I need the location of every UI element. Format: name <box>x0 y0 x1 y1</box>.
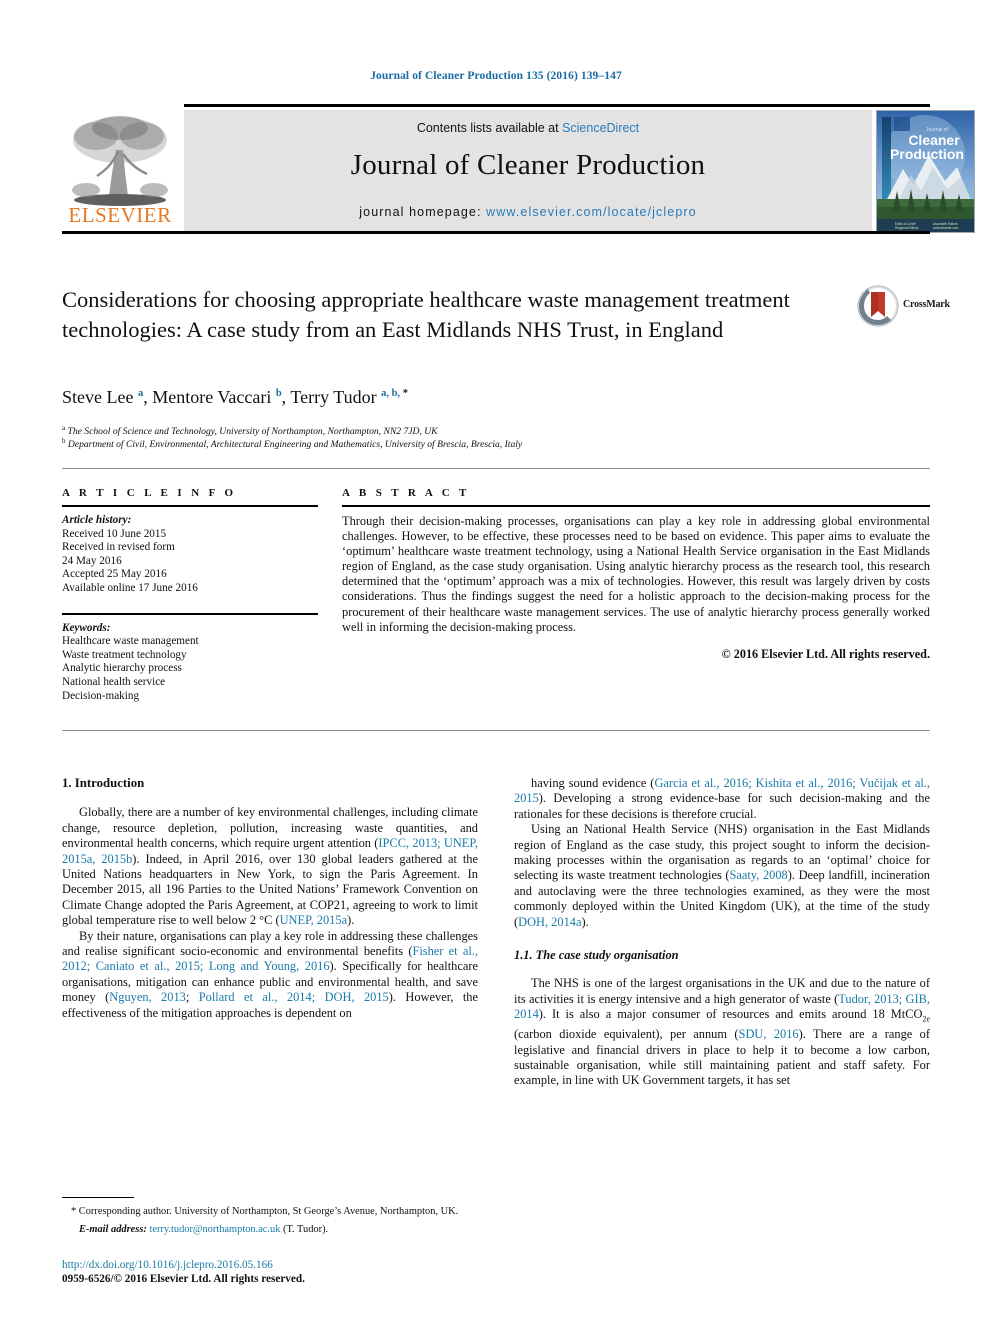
affiliation-a: a The School of Science and Technology, … <box>62 424 438 438</box>
crossmark-badge[interactable]: CrossMark <box>857 285 950 327</box>
paragraph: having sound evidence (Garcia et al., 20… <box>514 776 930 821</box>
abstract-text: Through their decision-making processes,… <box>342 514 930 634</box>
paragraph: Using an National Health Service (NHS) o… <box>514 822 930 929</box>
article-info-underline <box>62 505 318 507</box>
email-link[interactable]: terry.tudor@northampton.ac.uk <box>149 1224 280 1235</box>
elsevier-wordmark: ELSEVIER <box>68 203 172 227</box>
masthead-band: Contents lists available at ScienceDirec… <box>184 110 872 231</box>
masthead-top-rule <box>184 104 930 107</box>
keyword-item: Healthcare waste management <box>62 635 199 648</box>
history-item: Accepted 25 May 2016 <box>62 568 167 581</box>
svg-text:www.elsevier.com: www.elsevier.com <box>933 226 959 230</box>
author-list: Steve Lee a, Mentore Vaccari b, Terry Tu… <box>62 387 408 407</box>
journal-title: Journal of Cleaner Production <box>350 149 706 181</box>
title-block: Considerations for choosing appropriate … <box>62 285 842 345</box>
history-item: Received in revised form <box>62 541 175 554</box>
article-page: Journal of Cleaner Production 135 (2016)… <box>0 0 992 1323</box>
keywords-label: Keywords: <box>62 621 111 634</box>
citation-link[interactable]: Pollard et al., 2014; DOH, 2015 <box>199 990 389 1004</box>
footnote-rule <box>62 1197 134 1198</box>
masthead-bottom-rule <box>62 231 930 234</box>
history-item: 24 May 2016 <box>62 554 122 567</box>
issn-copyright-line: 0959-6526/© 2016 Elsevier Ltd. All right… <box>62 1272 305 1285</box>
article-info-separator <box>62 612 318 615</box>
citation-link[interactable]: SDU, 2016 <box>739 1027 799 1041</box>
crossmark-icon <box>857 285 899 327</box>
keyword-item: Analytic hierarchy process <box>62 662 182 675</box>
contents-available-line: Contents lists available at ScienceDirec… <box>184 121 872 135</box>
homepage-link[interactable]: www.elsevier.com/locate/jclepro <box>486 205 697 219</box>
citation-link[interactable]: Garcia et al., 2016; Kishita et al., 201… <box>514 776 930 805</box>
journal-cover-image[interactable]: Journal of Cleaner Production Editor-in-… <box>876 110 975 233</box>
corresponding-author-note: * Corresponding author. University of No… <box>71 1206 459 1217</box>
svg-text:Regional Editors: Regional Editors <box>895 226 919 230</box>
elsevier-logo: ELSEVIER <box>62 110 178 230</box>
running-head: Journal of Cleaner Production 135 (2016)… <box>370 70 622 82</box>
journal-cover-art: Journal of Cleaner Production Editor-in-… <box>877 111 974 232</box>
abstract-copyright: © 2016 Elsevier Ltd. All rights reserved… <box>721 646 930 661</box>
crossmark-label: CrossMark <box>903 299 950 310</box>
section-heading-introduction: 1. Introduction <box>62 776 145 790</box>
affiliation-b-text: Department of Civil, Environmental, Arch… <box>67 439 523 451</box>
article-info-block: A R T I C L E I N F O Article history: R… <box>62 487 318 703</box>
body-column-right: having sound evidence (Garcia et al., 20… <box>514 776 930 1089</box>
abstract-block: A B S T R A C T Through their decision-m… <box>342 487 930 662</box>
journal-homepage-line: journal homepage: www.elsevier.com/locat… <box>184 205 872 219</box>
affiliation-a-text: The School of Science and Technology, Un… <box>67 426 438 438</box>
paragraph: The NHS is one of the largest organisati… <box>514 976 931 1088</box>
keyword-item: Decision-making <box>62 689 140 702</box>
journal-masthead: ELSEVIER Contents lists available at Sci… <box>62 104 975 234</box>
article-info-heading: A R T I C L E I N F O <box>62 487 237 499</box>
citation-link[interactable]: UNEP, 2015a <box>280 913 347 927</box>
page-title: Considerations for choosing appropriate … <box>62 287 790 342</box>
citation-link[interactable]: Saaty, 2008 <box>730 868 788 882</box>
svg-text:Production: Production <box>890 146 964 162</box>
abstract-underline <box>342 505 930 507</box>
doi-link[interactable]: http://dx.doi.org/10.1016/j.jclepro.2016… <box>62 1259 482 1273</box>
paragraph: Globally, there are a number of key envi… <box>62 805 479 928</box>
article-history: Article history: Received 10 June 2015 R… <box>62 514 318 596</box>
keyword-item: Waste treatment technology <box>62 648 187 661</box>
sciencedirect-link[interactable]: ScienceDirect <box>562 121 639 135</box>
history-item: Received 10 June 2015 <box>62 527 167 540</box>
subsection-heading-case-study: 1.1. The case study organisation <box>514 948 679 963</box>
footnote-block: * Corresponding author. University of No… <box>62 1206 478 1236</box>
abstract-heading: A B S T R A C T <box>342 487 470 499</box>
paragraph: By their nature, organisations can play … <box>62 928 478 1020</box>
keyword-item: National health service <box>62 675 166 688</box>
contents-prefix: Contents lists available at <box>416 121 563 135</box>
citation-link[interactable]: Nguyen, 2013 <box>109 990 186 1004</box>
citation-link[interactable]: DOH, 2014a <box>518 915 581 929</box>
footer-identifiers: http://dx.doi.org/10.1016/j.jclepro.2016… <box>62 1259 482 1286</box>
body-column-left: 1. Introduction Globally, there are a nu… <box>62 776 478 1021</box>
info-band-bottom-rule <box>62 730 930 731</box>
citation-link[interactable]: Tudor, 2013; GIB, 2014 <box>514 992 930 1021</box>
homepage-prefix: journal homepage: <box>359 205 487 219</box>
citation-link[interactable]: Fisher et al., 2012; Caniato et al., 201… <box>62 944 478 973</box>
email-note: E-mail address: terry.tudor@northampton.… <box>79 1223 329 1235</box>
history-item: Available online 17 June 2016 <box>62 581 198 594</box>
affiliation-b: b Department of Civil, Environmental, Ar… <box>62 437 523 451</box>
info-band-top-rule <box>62 468 930 469</box>
article-history-label: Article history: <box>62 514 132 526</box>
elsevier-tree-icon <box>72 116 168 206</box>
keywords-block: Keywords: Healthcare waste management Wa… <box>62 622 318 704</box>
citation-link[interactable]: IPCC, 2013; UNEP, 2015a, 2015b <box>62 836 478 865</box>
